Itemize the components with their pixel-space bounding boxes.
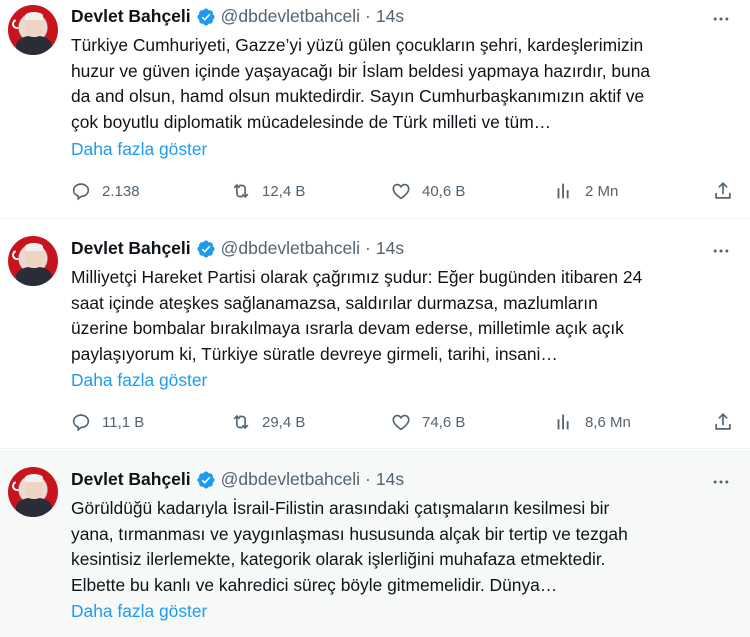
repost-button[interactable]: 29,4 B xyxy=(230,411,305,433)
tweet-text-line: saat içinde ateşkes sağlanamazsa, saldır… xyxy=(71,292,598,313)
verified-badge-icon xyxy=(197,470,215,489)
reply-icon xyxy=(72,414,90,432)
tweet-text-line: da and olsun, hamd olsun muktedirdir. Sa… xyxy=(71,86,645,106)
share-icon xyxy=(715,413,731,430)
heart-icon xyxy=(392,414,410,431)
tweet-header: Devlet Bahçeli @dbdevletbahceli · 14s xyxy=(71,6,404,27)
separator: · xyxy=(365,469,371,489)
tweet-text-line: yana, tırmanması ve yaygınlaşması hususu… xyxy=(71,523,628,544)
like-count: 40,6 B xyxy=(422,182,466,200)
tweet[interactable]: Devlet Bahçeli @dbdevletbahceli · 14s Gö… xyxy=(0,450,750,637)
views-icon xyxy=(557,414,569,430)
avatar[interactable] xyxy=(8,467,58,517)
more-dots-icon[interactable] xyxy=(710,8,732,30)
reply-count: 11,1 B xyxy=(102,413,145,431)
like-button[interactable]: 40,6 B xyxy=(390,180,465,202)
views-count: 8,6 Mn xyxy=(585,413,631,431)
views-button[interactable]: 2 Mn xyxy=(553,180,618,202)
tweet[interactable]: Devlet Bahçeli @dbdevletbahceli · 14s Tü… xyxy=(0,0,750,219)
heart-icon xyxy=(392,183,410,200)
verified-badge-icon xyxy=(197,7,215,26)
reply-button[interactable]: 2.138 xyxy=(70,180,140,202)
share-button[interactable] xyxy=(712,411,734,433)
repost-count: 29,4 B xyxy=(262,413,306,431)
reply-count: 2.138 xyxy=(102,182,140,200)
tweet-text-line: Milliyetçi Hareket Partisi olarak çağrım… xyxy=(71,267,643,287)
tweet-text-line: Görüldüğü kadarıyla İsrail-Filistin aras… xyxy=(71,498,610,518)
timestamp[interactable]: 14s xyxy=(376,238,404,259)
tweet[interactable]: Devlet Bahçeli @dbdevletbahceli · 14s Mi… xyxy=(0,220,750,449)
repost-count: 12,4 B xyxy=(262,182,306,200)
tweet-header: Devlet Bahçeli @dbdevletbahceli · 14s xyxy=(71,238,404,259)
show-more-link[interactable]: Daha fazla göster xyxy=(71,139,207,160)
tweet-text-line: üzerine bombalar bırakılmaya ısrarla dev… xyxy=(71,318,624,338)
repost-icon xyxy=(233,183,249,199)
reply-button[interactable]: 11,1 B xyxy=(70,411,144,433)
avatar[interactable] xyxy=(8,236,58,286)
action-bar: 11,1 B 29,4 B 74,6 B 8,6 Mn xyxy=(70,411,740,435)
more-dots-icon[interactable] xyxy=(710,240,732,262)
show-more-link[interactable]: Daha fazla göster xyxy=(71,601,207,622)
author-handle[interactable]: @dbdevletbahceli xyxy=(221,469,360,490)
more-dots-icon[interactable] xyxy=(710,471,732,493)
reply-icon xyxy=(72,183,90,201)
author-name[interactable]: Devlet Bahçeli xyxy=(71,469,191,490)
share-icon xyxy=(715,182,731,199)
author-handle[interactable]: @dbdevletbahceli xyxy=(221,6,360,27)
repost-button[interactable]: 12,4 B xyxy=(230,180,305,202)
views-count: 2 Mn xyxy=(585,182,619,200)
tweet-header: Devlet Bahçeli @dbdevletbahceli · 14s xyxy=(71,469,404,490)
repost-icon xyxy=(233,414,249,430)
separator: · xyxy=(365,6,371,26)
tweet-text-line: çok boyutlu diplomatik mücadelesinde de … xyxy=(71,111,552,132)
timestamp[interactable]: 14s xyxy=(376,469,404,490)
tweet-feed: Devlet Bahçeli @dbdevletbahceli · 14s Tü… xyxy=(0,0,750,637)
action-bar: 2.138 12,4 B 40,6 B 2 Mn xyxy=(70,180,740,204)
avatar[interactable] xyxy=(8,5,58,55)
tweet-text-line: paylaşıyorum ki, Türkiye süratle devreye… xyxy=(71,343,558,364)
tweet-text: Türkiye Cumhuriyeti, Gazze’yi yüzü gülen… xyxy=(71,33,736,135)
separator: · xyxy=(365,238,371,258)
tweet-text-line: kesintisiz ilerlemekte, kategorik olarak… xyxy=(71,549,606,569)
tweet-text-line: Elbette bu kanlı ve kahredici süreç böyl… xyxy=(71,574,558,595)
tweet-text-line: huzur ve güven içinde yaşayacağı bir İsl… xyxy=(71,60,651,81)
author-handle[interactable]: @dbdevletbahceli xyxy=(221,238,360,259)
like-button[interactable]: 74,6 B xyxy=(390,411,465,433)
show-more-link[interactable]: Daha fazla göster xyxy=(71,370,207,391)
timestamp[interactable]: 14s xyxy=(376,6,404,27)
author-name[interactable]: Devlet Bahçeli xyxy=(71,6,191,27)
verified-badge-icon xyxy=(197,239,215,258)
like-count: 74,6 B xyxy=(422,413,466,431)
author-name[interactable]: Devlet Bahçeli xyxy=(71,238,191,259)
share-button[interactable] xyxy=(712,180,734,202)
tweet-text: Milliyetçi Hareket Partisi olarak çağrım… xyxy=(71,265,736,367)
tweet-text: Görüldüğü kadarıyla İsrail-Filistin aras… xyxy=(71,496,736,598)
tweet-text-line: Türkiye Cumhuriyeti, Gazze’yi yüzü gülen… xyxy=(71,35,644,55)
views-button[interactable]: 8,6 Mn xyxy=(553,411,631,433)
views-icon xyxy=(557,183,569,199)
